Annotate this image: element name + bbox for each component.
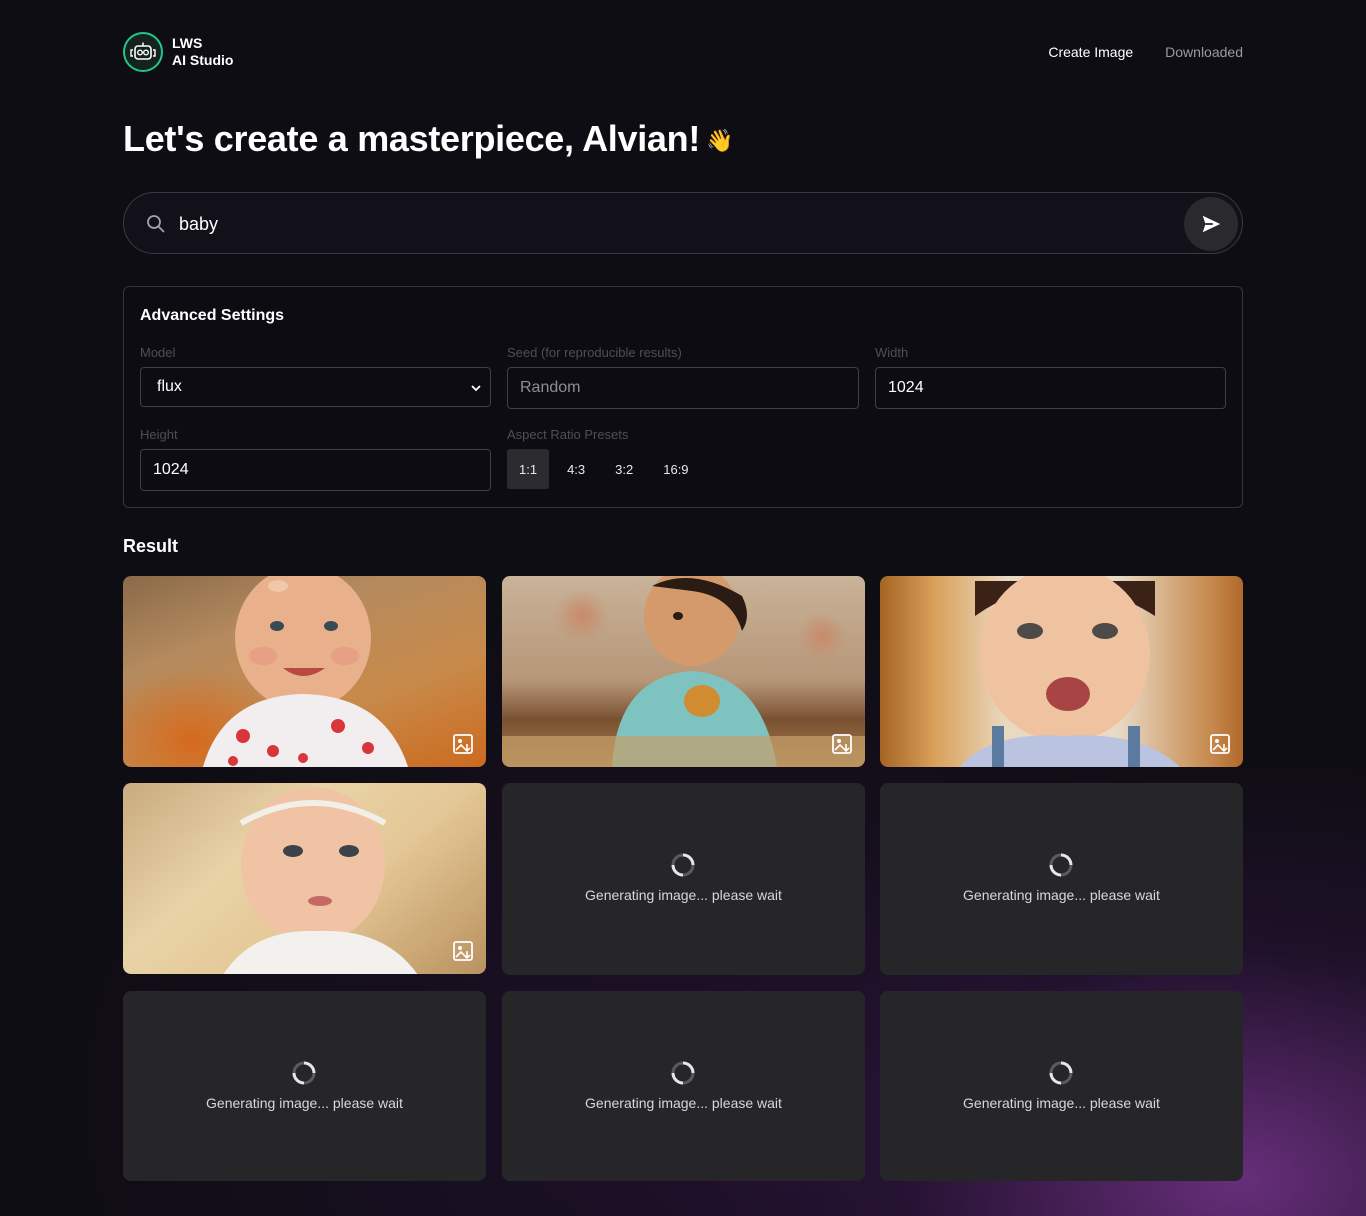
preset-3-2[interactable]: 3:2 — [603, 449, 645, 489]
waving-hand-icon: 👋 — [706, 128, 734, 154]
generated-image-card[interactable] — [123, 576, 486, 767]
nav-downloaded[interactable]: Downloaded — [1165, 44, 1243, 60]
seed-label: Seed (for reproducible results) — [507, 345, 682, 360]
download-image-icon[interactable] — [452, 940, 474, 962]
baby-image — [203, 576, 408, 767]
generated-image-card[interactable] — [123, 783, 486, 974]
loading-card: Generating image... please wait — [502, 991, 865, 1181]
width-input[interactable]: 1024 — [875, 367, 1226, 409]
generated-image-card[interactable] — [880, 576, 1243, 767]
top-nav: Create Image Downloaded — [1048, 44, 1243, 60]
aspect-ratio-label: Aspect Ratio Presets — [507, 427, 629, 442]
baby-image — [960, 576, 1180, 767]
aspect-ratio-presets: 1:1 4:3 3:2 16:9 — [507, 449, 701, 489]
model-label: Model — [140, 345, 176, 360]
prompt-search-bar — [123, 192, 1243, 254]
page-title-text: Let's create a masterpiece, Alvian! — [123, 118, 701, 159]
advanced-settings-panel: Advanced Settings Model flux Seed (for r… — [123, 286, 1243, 508]
nav-create-image[interactable]: Create Image — [1048, 44, 1133, 60]
send-button[interactable] — [1184, 197, 1238, 251]
loading-card: Generating image... please wait — [123, 991, 486, 1181]
width-label: Width — [875, 345, 909, 360]
model-select-value: flux — [157, 378, 182, 395]
chevron-down-icon — [471, 385, 481, 392]
loading-spinner-icon — [671, 1061, 695, 1085]
loading-message: Generating image... please wait — [585, 1095, 782, 1111]
loading-spinner-icon — [1049, 1061, 1073, 1085]
baby-image — [223, 787, 418, 974]
height-input[interactable]: 1024 — [140, 449, 491, 491]
loading-card: Generating image... please wait — [880, 783, 1243, 975]
loading-card: Generating image... please wait — [502, 783, 865, 975]
loading-message: Generating image... please wait — [963, 1095, 1160, 1111]
brand-line-1: LWS — [172, 35, 203, 51]
preset-1-1[interactable]: 1:1 — [507, 449, 550, 489]
header: LWS AI Studio Create Image Downloaded — [123, 32, 1243, 74]
baby-image — [502, 576, 865, 767]
seed-input[interactable]: Random — [507, 367, 859, 409]
brand-name: LWS AI Studio — [172, 35, 233, 69]
send-icon — [1202, 215, 1221, 233]
loading-message: Generating image... please wait — [206, 1095, 403, 1111]
download-image-icon[interactable] — [452, 733, 474, 755]
logo[interactable]: LWS AI Studio — [123, 32, 233, 72]
preset-16-9[interactable]: 16:9 — [651, 449, 700, 489]
loading-spinner-icon — [1049, 853, 1073, 877]
prompt-input[interactable] — [179, 211, 1159, 237]
download-image-icon[interactable] — [1209, 733, 1231, 755]
loading-card: Generating image... please wait — [880, 991, 1243, 1181]
model-select[interactable]: flux — [140, 367, 491, 407]
advanced-settings-title: Advanced Settings — [140, 307, 285, 324]
loading-message: Generating image... please wait — [963, 887, 1160, 903]
page-title: Let's create a masterpiece, Alvian! 👋 — [123, 118, 733, 160]
brand-line-2: AI Studio — [172, 52, 234, 68]
loading-message: Generating image... please wait — [585, 887, 782, 903]
result-title: Result — [123, 536, 179, 556]
robot-logo-icon — [123, 32, 163, 72]
preset-4-3[interactable]: 4:3 — [555, 449, 597, 489]
loading-spinner-icon — [292, 1061, 316, 1085]
loading-spinner-icon — [671, 853, 695, 877]
download-image-icon[interactable] — [831, 733, 853, 755]
search-icon — [146, 214, 166, 239]
height-label: Height — [140, 427, 178, 442]
generated-image-card[interactable] — [502, 576, 865, 767]
